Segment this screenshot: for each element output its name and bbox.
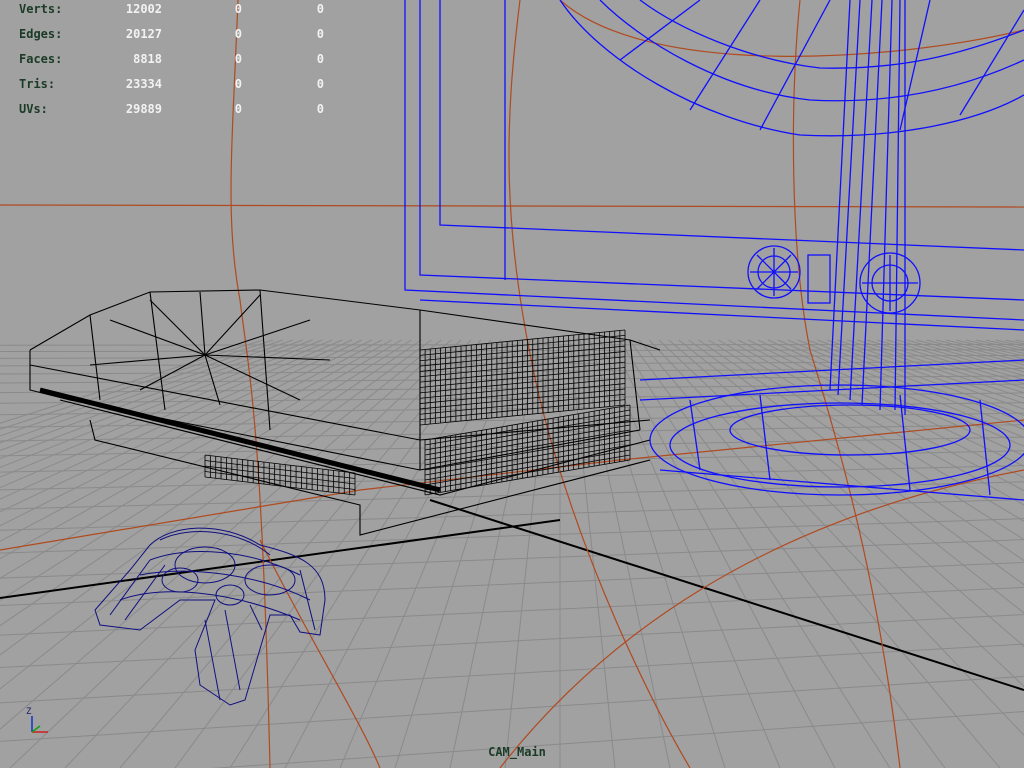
hud-label: Tris: bbox=[19, 77, 56, 91]
hud-selected-value: 0 bbox=[234, 77, 242, 91]
3d-viewport[interactable]: Verts: 12002 0 0 Edges: 20127 0 0 Faces:… bbox=[0, 0, 1024, 768]
console-wireframe[interactable] bbox=[29, 289, 661, 536]
hud-row-faces: Faces: 8818 0 0 bbox=[0, 52, 340, 77]
controller-wireframe[interactable] bbox=[94, 527, 326, 706]
hud-label: Edges: bbox=[19, 27, 63, 41]
axis-z-label: Z bbox=[26, 707, 32, 717]
hud-row-edges: Edges: 20127 0 0 bbox=[0, 27, 340, 52]
hud-row-tris: Tris: 23334 0 0 bbox=[0, 77, 340, 102]
hud-component-value: 0 bbox=[316, 52, 324, 66]
camera-name-label: CAM_Main bbox=[488, 745, 546, 759]
hud-selected-value: 0 bbox=[234, 27, 242, 41]
hud-component-value: 0 bbox=[316, 27, 324, 41]
hud-selected-value: 0 bbox=[234, 102, 242, 116]
hud-selected-value: 0 bbox=[234, 2, 242, 16]
axis-gizmo: Z bbox=[26, 707, 48, 733]
poly-count-hud: Verts: 12002 0 0 Edges: 20127 0 0 Faces:… bbox=[0, 0, 340, 120]
hud-value: 20127 bbox=[125, 27, 162, 41]
hud-selected-value: 0 bbox=[234, 52, 242, 66]
hud-value: 23334 bbox=[125, 77, 162, 91]
hud-label: UVs: bbox=[19, 102, 48, 116]
hud-label: Verts: bbox=[19, 2, 63, 16]
hud-component-value: 0 bbox=[316, 77, 324, 91]
hud-value: 8818 bbox=[133, 52, 162, 66]
hud-row-verts: Verts: 12002 0 0 bbox=[0, 2, 340, 27]
hud-component-value: 0 bbox=[316, 2, 324, 16]
display-stand-wireframe[interactable] bbox=[404, 0, 1024, 501]
hud-component-value: 0 bbox=[316, 102, 324, 116]
hud-value: 29889 bbox=[125, 102, 162, 116]
hud-row-uvs: UVs: 29889 0 0 bbox=[0, 102, 340, 127]
hud-value: 12002 bbox=[125, 2, 162, 16]
hud-label: Faces: bbox=[19, 52, 63, 66]
